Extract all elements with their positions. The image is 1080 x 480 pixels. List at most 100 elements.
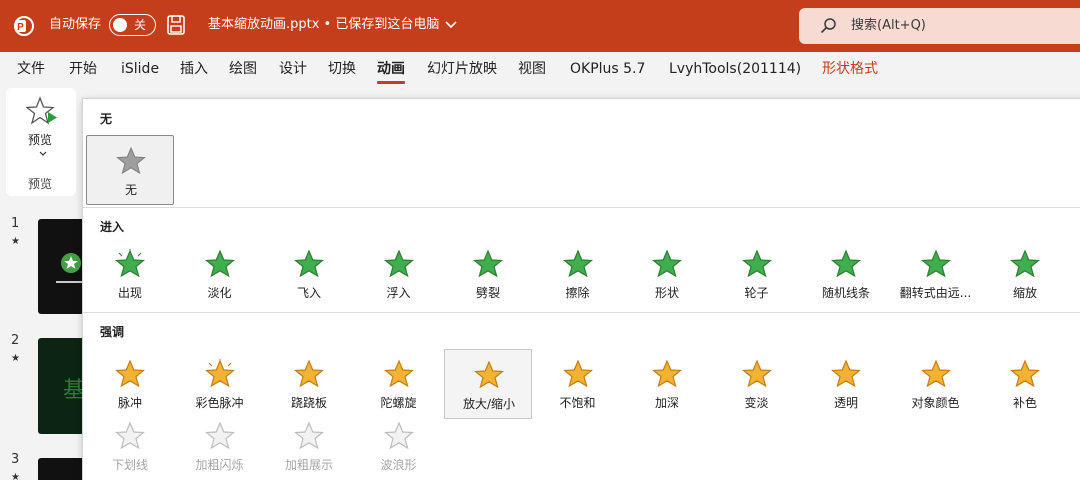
tab-okplus[interactable]: OKPlus 5.7 [570, 60, 645, 78]
tab-insert[interactable]: 插入 [180, 60, 208, 78]
animation-label: 加粗闪烁 [195, 458, 244, 472]
animation-float-in-star[interactable]: 浮入 [355, 239, 443, 309]
tab-file[interactable]: 文件 [17, 60, 45, 78]
preview-group: 预览 预览 [6, 88, 76, 196]
animation-label: 无 [124, 183, 137, 197]
tab-draw[interactable]: 绘图 [229, 60, 257, 78]
slide-number: 3 [11, 452, 20, 467]
preview-star-icon[interactable] [26, 96, 58, 128]
animation-wipe-star[interactable]: 擦除 [534, 239, 622, 309]
animation-lighten-star[interactable]: 变淡 [713, 349, 801, 419]
tab-lvyhtools[interactable]: LvyhTools(201114) [669, 60, 801, 78]
split-star-icon [473, 249, 503, 278]
random-bars-star-icon [831, 249, 861, 278]
wheel-star-icon [741, 249, 772, 278]
animation-wave-star: 波浪形 [355, 411, 443, 480]
animation-darken-star[interactable]: 加深 [623, 349, 711, 419]
animation-label: 变淡 [744, 396, 769, 410]
animation-underline-star: 下划线 [86, 411, 174, 480]
tab-animations[interactable]: 动画 [377, 60, 405, 84]
preview-button[interactable]: 预览 [28, 132, 52, 148]
appear-star-icon [115, 249, 145, 278]
chevron-down-icon[interactable] [444, 18, 458, 32]
underline-star-icon [115, 421, 145, 450]
tab-home[interactable]: 开始 [69, 60, 97, 78]
animation-random-bars-star[interactable]: 随机线条 [802, 239, 890, 309]
section-title-none: 无 [100, 112, 113, 126]
shape-star-icon [652, 249, 682, 278]
slide-number: 2 [11, 333, 20, 348]
animation-label: 出现 [117, 286, 142, 300]
lighten-star-icon [741, 359, 772, 388]
slide-number: 1 [11, 216, 20, 231]
animation-split-star[interactable]: 劈裂 [444, 239, 532, 309]
animation-color-pulse-star[interactable]: 彩色脉冲 [176, 349, 264, 419]
animation-zoom-star[interactable]: 缩放 [981, 239, 1069, 309]
document-title[interactable]: 基本缩放动画.pptx • 已保存到这台电脑 [208, 15, 439, 35]
animation-bold-reveal-star: 加粗展示 [265, 411, 353, 480]
powerpoint-window: P 自动保存 关 基本缩放动画.pptx • 已保存到这台电脑 搜索(Alt+Q… [0, 0, 1080, 480]
search-placeholder: 搜索(Alt+Q) [851, 18, 926, 33]
autosave-label: 自动保存 [49, 17, 102, 32]
animation-fly-in-star[interactable]: 飞入 [265, 239, 353, 309]
animation-label: 随机线条 [821, 286, 870, 300]
animation-spin-star[interactable]: 陀螺旋 [355, 349, 443, 419]
tab-slideshow[interactable]: 幻灯片放映 [427, 60, 497, 78]
animation-desaturate-star[interactable]: 不饱和 [534, 349, 622, 419]
slide-animation-marker: ★ [11, 353, 20, 364]
section-divider [83, 312, 1080, 313]
star-gray-icon [116, 146, 146, 175]
animation-object-color-star[interactable]: 对象颜色 [892, 349, 980, 419]
tab-design[interactable]: 设计 [279, 60, 307, 78]
animation-complementary-color-star[interactable]: 补色 [981, 349, 1069, 419]
animation-grow-turn-star[interactable]: 翻转式由远... [892, 239, 980, 309]
animation-transparency-star[interactable]: 透明 [802, 349, 890, 419]
animation-wheel-star[interactable]: 轮子 [713, 239, 801, 309]
tab-islide[interactable]: iSlide [121, 60, 159, 78]
float-in-star-icon [383, 249, 414, 278]
animation-label: 脉冲 [117, 396, 142, 410]
animation-fade-star[interactable]: 淡化 [176, 239, 264, 309]
chevron-down-icon[interactable] [39, 150, 47, 158]
section-divider [83, 207, 1080, 208]
bold-reveal-star-icon [294, 421, 324, 450]
slide-animation-marker: ★ [11, 236, 20, 247]
section-title-emphasis: 强调 [100, 325, 125, 339]
tab-shape-format[interactable]: 形状格式 [822, 60, 878, 78]
tab-transitions[interactable]: 切换 [328, 60, 356, 78]
powerpoint-logo-icon[interactable]: P [12, 14, 36, 38]
ribbon-tab-bar: 文件 开始 iSlide 插入 绘图 设计 切换 动画 幻灯片放映 视图 OKP… [0, 52, 1080, 86]
animation-teeter-star[interactable]: 跷跷板 [265, 349, 353, 419]
bold-flash-star-icon [204, 421, 235, 450]
animation-appear-star[interactable]: 出现 [86, 239, 174, 309]
animation-shape-star[interactable]: 形状 [623, 239, 711, 309]
autosave-state: 关 [134, 18, 147, 32]
animation-bold-flash-star: 加粗闪烁 [176, 411, 264, 480]
animation-label: 劈裂 [475, 286, 500, 300]
fade-star-icon [204, 249, 235, 278]
animation-label: 补色 [1012, 396, 1037, 410]
animation-label: 彩色脉冲 [195, 396, 244, 410]
teeter-star-icon [294, 359, 324, 388]
search-box[interactable]: 搜索(Alt+Q) [799, 8, 1080, 44]
wipe-star-icon [562, 249, 593, 278]
animation-label: 翻转式由远... [899, 286, 972, 300]
animation-label: 缩放 [1012, 286, 1037, 300]
spin-star-icon [383, 359, 414, 388]
animation-gallery: 无 无 进入 出现 淡化 飞入 浮入 劈裂 擦除 形状 轮子 随机线条 翻转式由远... 缩放 强调… [82, 98, 1080, 480]
autosave-toggle[interactable]: 关 [109, 14, 156, 36]
animation-label: 加深 [654, 396, 679, 410]
animation-label: 轮子 [744, 286, 769, 300]
svg-text:P: P [17, 22, 24, 33]
tab-view[interactable]: 视图 [518, 60, 546, 78]
color-pulse-star-icon [204, 359, 235, 388]
pulse-star-icon [115, 359, 145, 388]
animation-label: 陀螺旋 [380, 396, 417, 410]
section-title-entrance: 进入 [100, 220, 125, 234]
animation-grow-shrink-star[interactable]: 放大/缩小 [444, 349, 532, 419]
animation-none[interactable]: 无 [86, 135, 174, 205]
animation-label: 波浪形 [380, 458, 417, 472]
zoom-star-icon [1010, 249, 1040, 278]
animation-pulse-star[interactable]: 脉冲 [86, 349, 174, 419]
save-icon[interactable] [166, 14, 186, 36]
